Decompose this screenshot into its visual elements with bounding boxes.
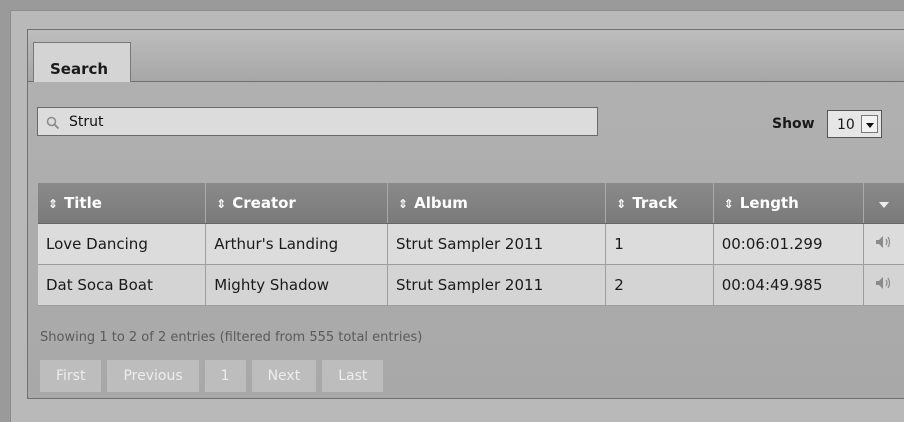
cell-album: Strut Sampler 2011 <box>387 264 607 306</box>
tab-search[interactable]: Search <box>33 42 131 82</box>
column-header-title[interactable]: ⇕ Title <box>38 183 207 224</box>
search-input[interactable] <box>69 108 589 135</box>
tab-bar: Search <box>28 30 904 82</box>
results-table: ⇕ Title ⇕ Creator ⇕ Album ⇕ Track ⇕ Length Lo… <box>38 183 904 306</box>
cell-length: 00:04:49.985 <box>713 264 864 306</box>
last-page-button[interactable]: Last <box>322 360 384 392</box>
play-button[interactable] <box>863 223 904 265</box>
chevron-down-icon[interactable] <box>861 115 878 133</box>
cell-creator: Mighty Shadow <box>205 264 389 306</box>
page-size-select[interactable]: 10 <box>827 110 882 138</box>
column-menu-button[interactable] <box>863 183 904 224</box>
cell-length: 00:06:01.299 <box>713 223 864 265</box>
column-header-creator[interactable]: ⇕ Creator <box>205 183 389 224</box>
cell-creator: Arthur's Landing <box>205 223 389 265</box>
next-page-button[interactable]: Next <box>251 360 317 392</box>
previous-page-button[interactable]: Previous <box>107 360 199 392</box>
first-page-button[interactable]: First <box>40 360 102 392</box>
search-panel: Search Show 10 ⇕Title ⇕Creator ⇕A <box>27 29 904 399</box>
page-1-button[interactable]: 1 <box>204 360 246 392</box>
search-field[interactable] <box>37 107 598 136</box>
table-info-text: Showing 1 to 2 of 2 entries (filtered fr… <box>40 330 423 345</box>
play-button[interactable] <box>863 264 904 306</box>
sort-icon: ⇕ <box>48 196 59 211</box>
column-header-track[interactable]: ⇕ Track <box>605 183 714 224</box>
cell-track: 1 <box>605 223 714 265</box>
show-label: Show <box>772 116 815 132</box>
table-row[interactable]: Dat Soca Boat Mighty Shadow Strut Sample… <box>38 264 904 306</box>
window-background: Search Show 10 ⇕Title ⇕Creator ⇕A <box>10 10 904 422</box>
cell-title: Love Dancing <box>38 223 207 265</box>
sort-icon: ⇕ <box>723 196 734 211</box>
table-header-row: ⇕ Title ⇕ Creator ⇕ Album ⇕ Track ⇕ Length <box>38 183 904 224</box>
speaker-icon <box>875 276 891 289</box>
pagination: First Previous 1 Next Last <box>40 360 384 392</box>
column-header-album[interactable]: ⇕ Album <box>387 183 607 224</box>
column-header-length[interactable]: ⇕ Length <box>713 183 864 224</box>
dropdown-arrow-icon <box>878 201 889 208</box>
page-size-value: 10 <box>837 117 855 133</box>
sort-icon: ⇕ <box>216 196 227 211</box>
cell-title: Dat Soca Boat <box>38 264 207 306</box>
table-row[interactable]: Love Dancing Arthur's Landing Strut Samp… <box>38 223 904 265</box>
search-icon <box>46 116 60 130</box>
sort-icon: ⇕ <box>616 196 627 211</box>
cell-track: 2 <box>605 264 714 306</box>
cell-album: Strut Sampler 2011 <box>387 223 607 265</box>
sort-icon: ⇕ <box>398 196 409 211</box>
speaker-icon <box>875 235 891 248</box>
